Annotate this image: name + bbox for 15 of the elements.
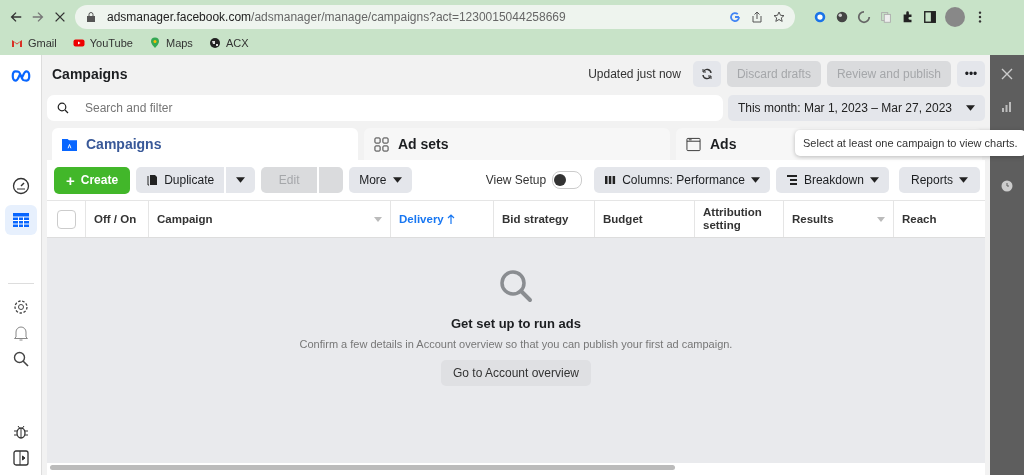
- column-label: Campaign: [157, 212, 213, 226]
- update-status: Updated just now: [588, 67, 681, 81]
- view-setup-label: View Setup: [485, 173, 547, 187]
- column-label: Results: [792, 212, 834, 226]
- column-label: Bid strategy: [502, 212, 569, 226]
- column-label: Budget: [603, 212, 643, 226]
- column-label: Reach: [902, 212, 937, 226]
- page-title: Campaigns: [52, 66, 128, 82]
- empty-state-message: Confirm a few details in Account overview so that you can publish your first ad campaign.: [299, 338, 733, 350]
- empty-state-title: Get set up to run ads: [451, 316, 581, 331]
- column-label: Delivery: [399, 212, 444, 226]
- tooltip: Select at least one campaign to view charts.: [795, 130, 1024, 156]
- column-label: Off / On: [94, 212, 137, 226]
- url-text: adsmanager.facebook.com/adsmanager/manage/campaigns?act=1230015044258669: [107, 10, 566, 24]
- column-label: Attribution setting: [703, 206, 763, 232]
